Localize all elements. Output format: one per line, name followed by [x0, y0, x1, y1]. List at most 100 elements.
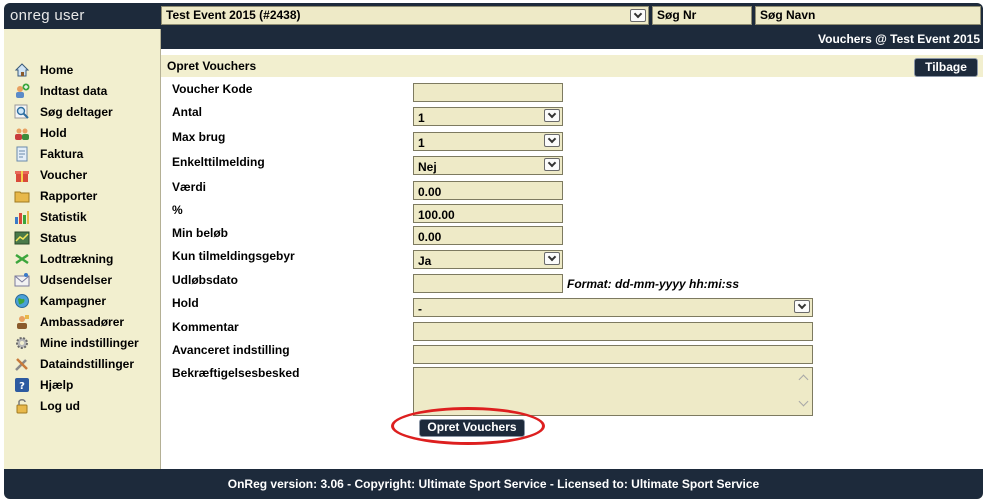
- sidebar: Home Indtast data Søg deltager Hold Faktura V…: [4, 29, 161, 469]
- sidebar-item-label: Indtast data: [40, 83, 108, 98]
- enkelttilmelding-value: Nej: [418, 160, 437, 174]
- antal-select[interactable]: 1: [413, 107, 563, 126]
- hold-value: -: [418, 302, 422, 316]
- kun-tilmeldingsgebyr-select[interactable]: Ja: [413, 250, 563, 269]
- kun-tilmeldingsgebyr-label: Kun tilmeldingsgebyr: [172, 249, 295, 263]
- scroll-up-icon[interactable]: [798, 374, 809, 385]
- sidebar-item-indtast-data[interactable]: Indtast data: [4, 80, 161, 101]
- sidebar-item-home[interactable]: Home: [4, 59, 161, 80]
- antal-label: Antal: [172, 105, 202, 119]
- sidebar-item-faktura[interactable]: Faktura: [4, 143, 161, 164]
- chevron-down-icon[interactable]: [544, 158, 560, 171]
- sidebar-item-label: Dataindstillinger: [40, 356, 135, 371]
- tools-icon: [14, 356, 30, 372]
- antal-value: 1: [418, 111, 425, 125]
- sidebar-item-log-ud[interactable]: Log ud: [4, 395, 161, 416]
- footer-text: OnReg version: 3.06 - Copyright: Ultimat…: [227, 477, 760, 491]
- sidebar-item-hjælp[interactable]: ? Hjælp: [4, 374, 161, 395]
- group-icon: [14, 125, 30, 141]
- sidebar-item-ambassadører[interactable]: Ambassadører: [4, 311, 161, 332]
- udloebsdato-input[interactable]: [413, 274, 563, 293]
- svg-text:?: ?: [19, 381, 25, 392]
- kun-tilmeldingsgebyr-value: Ja: [418, 254, 432, 268]
- chevron-down-icon[interactable]: [630, 9, 646, 22]
- sidebar-item-label: Hold: [40, 125, 67, 140]
- sidebar-item-label: Rapporter: [40, 188, 98, 203]
- hold-label: Hold: [172, 296, 199, 310]
- avanceret-input[interactable]: [413, 345, 813, 364]
- sidebar-item-label: Status: [40, 230, 77, 245]
- vaerdi-input[interactable]: 0.00: [413, 181, 563, 200]
- gear-icon: [14, 335, 30, 351]
- min-beloeb-label: Min beløb: [172, 226, 228, 240]
- hold-select[interactable]: -: [413, 298, 813, 317]
- bar-chart-icon: [14, 209, 30, 225]
- chevron-down-icon[interactable]: [794, 300, 810, 313]
- bekraeftelse-label: Bekræftigelsesbesked: [172, 366, 300, 380]
- sidebar-item-label: Faktura: [40, 146, 84, 161]
- voucher-kode-label: Voucher Kode: [172, 82, 253, 96]
- vaerdi-label: Værdi: [172, 180, 207, 194]
- invoice-icon: [14, 146, 30, 162]
- textarea-scrollbar[interactable]: [796, 368, 812, 415]
- avanceret-label: Avanceret indstilling: [172, 343, 290, 357]
- highlight-circle: [391, 407, 545, 445]
- sidebar-item-label: Log ud: [40, 398, 80, 413]
- sidebar-item-label: Lodtrækning: [40, 251, 114, 266]
- sidebar-item-dataindstillinger[interactable]: Dataindstillinger: [4, 353, 161, 374]
- search-navn-input[interactable]: Søg Navn: [755, 6, 981, 25]
- search-nr-input[interactable]: Søg Nr: [652, 6, 752, 25]
- scroll-down-icon[interactable]: [798, 396, 809, 407]
- app-frame: onreg user Test Event 2015 (#2438) Søg N…: [4, 3, 983, 499]
- sidebar-item-udsendelser[interactable]: Udsendelser: [4, 269, 161, 290]
- max-brug-select[interactable]: 1: [413, 132, 563, 151]
- shuffle-icon: [14, 251, 30, 267]
- udloebsdato-label: Udløbsdato: [172, 273, 238, 287]
- brand-label: onreg user: [10, 7, 85, 24]
- sidebar-nav: Home Indtast data Søg deltager Hold Faktura V…: [4, 59, 161, 416]
- help-icon: ?: [14, 377, 30, 393]
- sidebar-item-label: Kampagner: [40, 293, 107, 308]
- sidebar-item-label: Voucher: [40, 167, 88, 182]
- add-user-icon: [14, 83, 30, 99]
- sidebar-item-voucher[interactable]: Voucher: [4, 164, 161, 185]
- enkelttilmelding-select[interactable]: Nej: [413, 156, 563, 175]
- page-title: Vouchers @ Test Event 2015: [818, 32, 980, 46]
- section-title: Opret Vouchers: [167, 59, 257, 73]
- sidebar-item-label: Hjælp: [40, 377, 74, 392]
- enkelttilmelding-label: Enkelttilmelding: [172, 155, 265, 169]
- chevron-down-icon[interactable]: [544, 134, 560, 147]
- chevron-down-icon[interactable]: [544, 109, 560, 122]
- sidebar-item-hold[interactable]: Hold: [4, 122, 161, 143]
- sidebar-item-søg-deltager[interactable]: Søg deltager: [4, 101, 161, 122]
- section-header: Opret Vouchers Tilbage: [161, 55, 983, 77]
- percent-input[interactable]: 100.00: [413, 204, 563, 223]
- gift-icon: [14, 167, 30, 183]
- max-brug-label: Max brug: [172, 130, 226, 144]
- kommentar-label: Kommentar: [172, 320, 239, 334]
- sidebar-item-label: Statistik: [40, 209, 87, 224]
- sidebar-item-statistik[interactable]: Statistik: [4, 206, 161, 227]
- footer: OnReg version: 3.06 - Copyright: Ultimat…: [4, 469, 983, 499]
- folder-icon: [14, 188, 30, 204]
- event-select[interactable]: Test Event 2015 (#2438): [161, 6, 649, 25]
- lock-icon: [14, 398, 30, 414]
- min-beloeb-input[interactable]: 0.00: [413, 226, 563, 245]
- date-format-hint: Format: dd-mm-yyyy hh:mi:ss: [567, 277, 740, 291]
- globe-icon: [14, 293, 30, 309]
- voucher-kode-input[interactable]: [413, 83, 563, 102]
- mail-icon: [14, 272, 30, 288]
- back-button[interactable]: Tilbage: [914, 58, 978, 77]
- sidebar-item-rapporter[interactable]: Rapporter: [4, 185, 161, 206]
- chevron-down-icon[interactable]: [544, 252, 560, 265]
- sidebar-item-label: Søg deltager: [40, 104, 113, 119]
- sidebar-item-status[interactable]: Status: [4, 227, 161, 248]
- event-select-value: Test Event 2015 (#2438): [166, 8, 301, 22]
- sidebar-item-label: Home: [40, 62, 74, 77]
- status-icon: [14, 230, 30, 246]
- sidebar-item-label: Mine indstillinger: [40, 335, 139, 350]
- sidebar-item-mine-indstillinger[interactable]: Mine indstillinger: [4, 332, 161, 353]
- sidebar-item-lodtrækning[interactable]: Lodtrækning: [4, 248, 161, 269]
- kommentar-input[interactable]: [413, 322, 813, 341]
- sidebar-item-kampagner[interactable]: Kampagner: [4, 290, 161, 311]
